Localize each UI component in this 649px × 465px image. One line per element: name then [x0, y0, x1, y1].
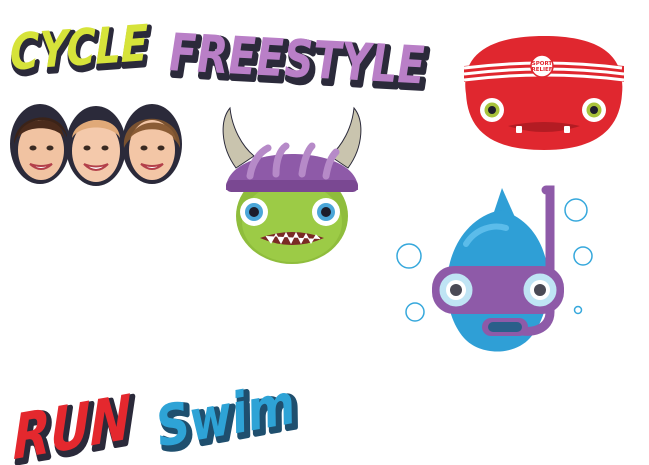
- freestyle-wordmark: FREESTYLE FREESTYLE: [166, 4, 436, 104]
- presenter-face-1: [10, 104, 70, 184]
- swim-goggles: [432, 266, 564, 314]
- swim-wordmark: Swim Swim: [150, 366, 308, 465]
- cycle-wordmark: CYCLE CYCLE: [6, 6, 156, 88]
- swim-fish: [396, 184, 596, 360]
- swim-text: Swim: [151, 372, 300, 460]
- blob-monster: SPORT RELIEF: [460, 32, 626, 156]
- presenter-faces: [6, 98, 182, 190]
- cycle-monster: [214, 106, 370, 266]
- run-text: RUN: [13, 381, 131, 465]
- run-wordmark: RUN RUN: [8, 368, 144, 465]
- sport-relief-badge: SPORT RELIEF: [530, 54, 554, 78]
- badge-line-2: RELIEF: [531, 67, 552, 73]
- presenter-face-2: [66, 106, 126, 186]
- presenter-face-3: [122, 104, 182, 184]
- cycle-text: CYCLE: [10, 14, 148, 82]
